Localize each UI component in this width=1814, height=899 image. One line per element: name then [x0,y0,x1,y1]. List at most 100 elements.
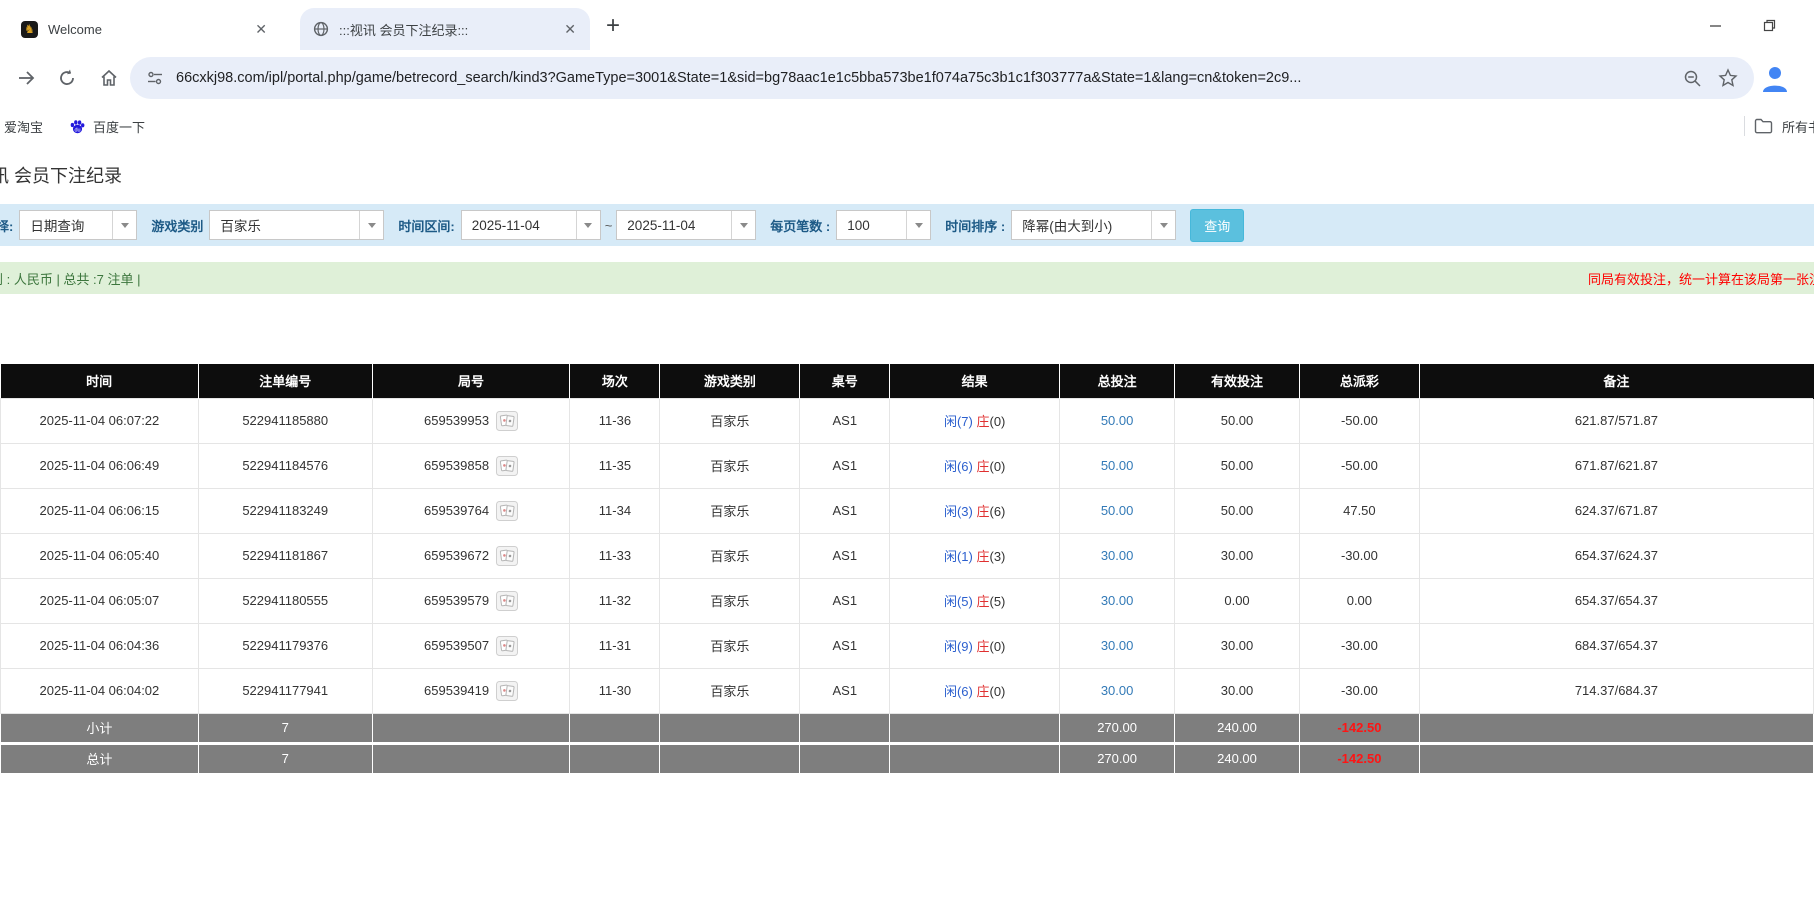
cell-bet-id: 522941183249 [197,487,373,534]
url-text[interactable]: 66cxkj98.com/ipl/portal.php/game/betreco… [176,70,1667,86]
bookmark-label: 百度一下 [93,119,146,135]
cell-game-type: 百家乐 [659,487,801,534]
bookmark-baidu[interactable]: du 百度一下 [69,117,145,136]
url-bar[interactable]: 66cxkj98.com/ipl/portal.php/game/betreco… [130,57,1754,99]
cards-icon[interactable] [496,410,519,431]
cell-payout: -50.00 [1298,397,1420,444]
cell-game-type: 百家乐 [659,532,801,579]
home-icon[interactable] [96,65,122,91]
result-player: 闲(6) [943,684,973,699]
forward-icon[interactable] [14,65,40,91]
site-settings-icon[interactable] [146,69,164,87]
folder-icon [1754,118,1773,134]
footer-empty [569,741,661,774]
table-header: 时间 注单编号 局号 场次 游戏类别 桌号 结果 总投注 有效投注 总派彩 备注 [0,364,1814,398]
footer-empty [1418,741,1814,774]
query-select-label: 择: [0,218,14,234]
result-banker-num: (0) [989,639,1006,654]
col-round: 局号 [372,364,571,398]
all-bookmarks-folder[interactable]: 所有书签 [1744,106,1814,146]
table-row: 2025-11-04 06:04:36 522941179376 659539507… [0,622,1814,669]
result-banker-num: (5) [989,594,1006,609]
cell-valid-bet: 30.00 [1174,667,1300,714]
tab-bet-records[interactable]: :::视讯 会员下注纪录::: ✕ [300,8,590,50]
chevron-down-icon [731,211,755,239]
total-bet-link[interactable]: 30.00 [1101,683,1134,698]
chevron-down-icon [1151,211,1175,239]
cell-round: 659539672 [371,532,571,579]
date-to-select[interactable]: 2025-11-04 [616,210,757,240]
minimize-icon[interactable] [1702,12,1728,38]
col-valid-bet: 有效投注 [1174,364,1300,398]
close-icon[interactable]: ✕ [562,21,578,38]
query-type-select[interactable]: 日期查询 [19,210,138,240]
bookmark-star-icon[interactable] [1718,68,1738,88]
restore-icon[interactable] [1756,12,1782,38]
globe-icon [312,21,329,38]
cards-icon[interactable] [496,590,519,611]
cell-total-bet: 50.00 [1059,397,1176,444]
date-to-value: 2025-11-04 [627,217,696,233]
cards-icon[interactable] [496,500,519,521]
gold-emblem-icon: ♞ [21,20,38,38]
cell-table-no: AS1 [799,622,891,669]
divider [1744,116,1745,136]
result-banker-num: (0) [989,459,1006,474]
cards-icon[interactable] [496,455,519,476]
total-bet-link[interactable]: 50.00 [1101,458,1134,473]
cell-remark: 714.37/684.37 [1418,667,1814,714]
new-tab-button[interactable]: + [606,12,620,40]
total-bet-link[interactable]: 50.00 [1101,413,1134,428]
total-bet-link[interactable]: 30.00 [1101,548,1134,563]
game-category-select[interactable]: 百家乐 [209,210,385,240]
date-from-select[interactable]: 2025-11-04 [460,210,601,240]
cell-table-no: AS1 [799,487,891,534]
bookmark-aitaobao[interactable]: 爱淘宝 [4,117,43,136]
zoom-icon[interactable] [1683,69,1702,88]
close-window-icon[interactable]: ✕ [1810,12,1814,38]
result-banker: 庄 [976,414,990,429]
profile-avatar[interactable] [1760,63,1790,93]
page-size-select[interactable]: 100 [836,210,932,240]
footer-empty [889,741,1061,774]
chevron-down-icon [906,211,930,239]
search-button[interactable]: 查询 [1190,208,1245,242]
cell-round: 659539764 [371,487,571,534]
result-player: 闲(3) [943,504,973,519]
cards-icon[interactable] [496,545,519,566]
footer-empty [569,712,661,744]
cards-icon[interactable] [496,680,519,701]
cell-game-type: 百家乐 [659,397,801,444]
total-bet-link[interactable]: 30.00 [1101,593,1134,608]
cell-total-bet: 50.00 [1059,442,1176,489]
cell-result: 闲(7) 庄(0) [889,397,1061,444]
cell-game-type: 百家乐 [659,442,801,489]
result-banker: 庄 [976,459,990,474]
bookmarks-bar: 爱淘宝 du 百度一下 所有书签 [0,106,1814,146]
cell-payout: -30.00 [1298,622,1420,669]
result-player: 闲(7) [943,414,973,429]
result-banker-num: (6) [989,504,1006,519]
cell-session: 11-33 [569,532,661,579]
sort-order-select[interactable]: 降幂(由大到小) [1011,210,1177,240]
valid-bet-notice: 同局有效投注，统一计算在该局第一张注 [1587,271,1814,287]
cell-time: 2025-11-04 06:06:15 [0,487,199,534]
cell-remark: 621.87/571.87 [1418,397,1814,444]
total-bet-link[interactable]: 30.00 [1101,638,1134,653]
result-banker: 庄 [976,684,990,699]
close-icon[interactable]: ✕ [253,21,269,38]
tab-welcome[interactable]: ♞ Welcome ✕ [9,8,281,50]
reload-icon[interactable] [54,65,80,91]
cell-table-no: AS1 [799,532,891,579]
footer-valid-bet: 240.00 [1174,741,1300,774]
game-category-value: 百家乐 [220,219,261,234]
cell-total-bet: 30.00 [1059,532,1176,579]
total-bet-link[interactable]: 50.00 [1101,503,1134,518]
cell-game-type: 百家乐 [659,622,801,669]
tab-title: :::视讯 会员下注纪录::: [339,22,469,38]
footer-empty [889,712,1061,744]
cell-round: 659539858 [371,442,571,489]
cards-icon[interactable] [496,635,519,656]
col-session: 场次 [569,364,661,398]
tab-title: Welcome [48,21,102,37]
